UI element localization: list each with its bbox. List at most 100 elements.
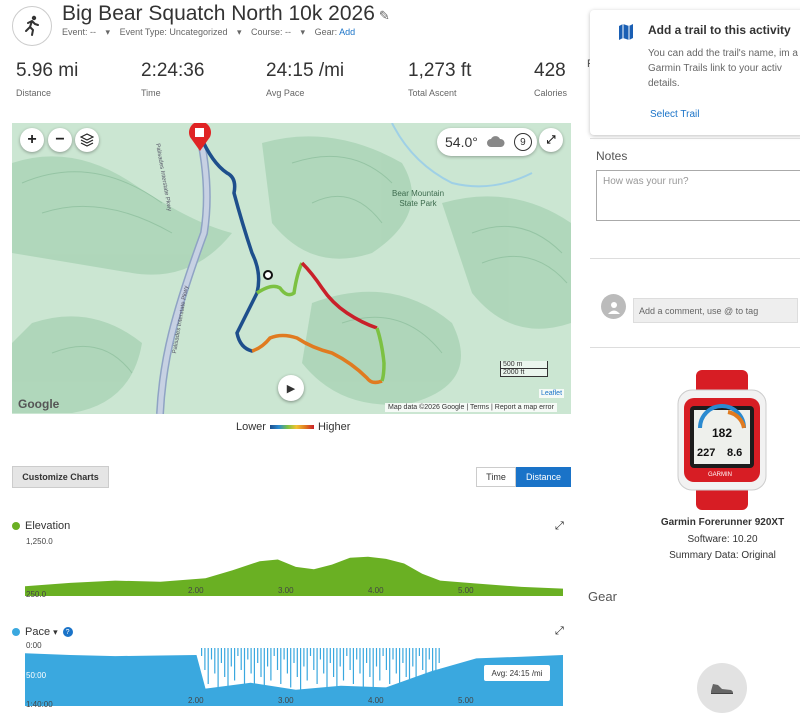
edit-pencil-icon[interactable]: ✎: [379, 8, 390, 23]
stat-label: Time: [141, 88, 161, 98]
divider: [590, 258, 800, 259]
divider: [590, 138, 800, 139]
stat-value: 1,273 ft: [408, 60, 472, 81]
google-logo: Google: [18, 397, 60, 411]
pace-spike: [267, 648, 269, 667]
stat-distance: 5.96 mi Distance: [16, 60, 78, 98]
pace-spike: [323, 648, 325, 674]
running-activity-icon: [12, 6, 52, 46]
play-route-button[interactable]: ▶: [278, 375, 304, 401]
pace-spike: [422, 648, 424, 670]
expand-pace-icon[interactable]: ⤢: [555, 625, 564, 638]
pace-spike: [389, 648, 391, 684]
comment-input[interactable]: Add a comment, use @ to tag: [633, 298, 798, 323]
pace-spike: [293, 648, 295, 663]
pace-spike: [379, 648, 381, 681]
stat-label: Calories: [534, 88, 568, 98]
pace-spike: [250, 648, 252, 674]
pace-spike: [395, 648, 397, 674]
leaflet-link[interactable]: Leaflet: [539, 389, 565, 398]
pace-spike: [253, 648, 255, 688]
device-summary: Summary Data: Original: [669, 550, 776, 561]
layers-button[interactable]: [75, 128, 99, 152]
customize-charts-button[interactable]: Customize Charts: [12, 466, 109, 488]
pace-spike: [247, 648, 249, 660]
activity-meta-row: Event: -- ▾ Event Type: Uncategorized ▾ …: [62, 27, 362, 38]
pace-spike: [240, 648, 242, 670]
pace-spike: [402, 648, 404, 663]
pace-spike: [428, 648, 430, 660]
zoom-in-button[interactable]: +: [20, 128, 44, 152]
gear-add-link[interactable]: Add: [339, 27, 355, 37]
scale-metric: 500 m: [500, 361, 548, 369]
pace-spike: [204, 648, 206, 670]
pace-spike: [260, 648, 262, 677]
elevation-chart[interactable]: [25, 539, 563, 596]
pace-x-tick: 3.00: [278, 696, 294, 705]
pace-dot: [12, 628, 20, 636]
pace-chart-title: Pace ▾ ?: [12, 626, 73, 638]
time-toggle[interactable]: Time: [476, 467, 516, 487]
activity-map[interactable]: Bear Mountain State Park Palisades Inter…: [12, 123, 571, 414]
pace-spike: [438, 648, 440, 663]
garmin-watch-image: 182 227 8.6 GARMIN: [677, 370, 767, 510]
pace-spike: [214, 648, 216, 674]
expand-elevation-icon[interactable]: ⤢: [555, 520, 564, 533]
pace-spike: [415, 648, 417, 681]
terms-link[interactable]: Terms: [470, 404, 489, 411]
stat-value: 5.96 mi: [16, 60, 79, 81]
legend-gradient-bar: [269, 425, 314, 429]
pace-spike: [405, 648, 407, 677]
help-icon[interactable]: ?: [62, 627, 73, 637]
pace-dropdown-icon[interactable]: ▾: [53, 627, 58, 638]
fullscreen-button[interactable]: ⤢: [539, 128, 563, 152]
pace-spike: [408, 648, 411, 691]
notes-label: Notes: [596, 149, 628, 163]
device-name: Garmin Forerunner 920XT: [660, 517, 785, 528]
pace-spike: [362, 648, 364, 688]
pace-spike: [359, 648, 361, 674]
wind-speed-icon: 9: [513, 133, 532, 151]
stat-time: 2:24:36 Time: [141, 60, 204, 98]
elevation-x-tick: 5.00: [458, 586, 474, 595]
user-icon: [607, 301, 620, 314]
pace-spike: [276, 648, 279, 670]
pace-y-bottom: 1:40:00: [26, 700, 53, 709]
pace-spike: [346, 648, 348, 656]
distance-toggle[interactable]: Distance: [516, 467, 571, 487]
event-type-select[interactable]: Event Type: Uncategorized ▾: [120, 27, 242, 37]
pace-spike: [207, 648, 209, 684]
pace-spike: [270, 648, 272, 681]
avg-pace-badge: Avg: 24:15 /mi: [484, 665, 550, 681]
select-trail-link[interactable]: Select Trail: [650, 109, 699, 120]
pace-spike: [280, 648, 282, 684]
notes-input[interactable]: How was your run?: [596, 170, 800, 221]
pace-y-top: 0:00: [26, 641, 42, 650]
pace-y-mid: 50:00: [26, 671, 47, 680]
report-error-link[interactable]: Report a map error: [495, 404, 554, 411]
event-select[interactable]: Event: -- ▾: [62, 27, 110, 37]
x-axis-toggle: Time Distance: [476, 467, 571, 487]
trail-map-icon: [619, 24, 633, 40]
pace-spike: [306, 648, 308, 681]
pace-spike: [224, 648, 226, 677]
zoom-out-button[interactable]: −: [48, 128, 72, 152]
course-select[interactable]: Course: -- ▾: [251, 27, 305, 37]
pace-chart[interactable]: [25, 648, 563, 706]
gear-section-label: Gear: [588, 589, 617, 604]
stat-avg-pace: 24:15 /mi Avg Pace: [266, 60, 344, 98]
expand-icon: ⤢: [546, 133, 556, 146]
elevation-y-top: 1,250.0: [26, 537, 53, 546]
activity-title[interactable]: Big Bear Squatch North 10k 2026 ✎: [62, 2, 390, 26]
pace-spike: [329, 648, 331, 663]
add-gear-button[interactable]: [697, 663, 747, 713]
pace-spike: [326, 648, 328, 688]
pace-spike: [273, 648, 275, 656]
layers-icon: [80, 133, 94, 147]
activity-title-text: Big Bear Squatch North 10k 2026: [62, 2, 375, 25]
map-data-credit: Map data ©2026 Google: [388, 404, 465, 411]
elevation-x-tick: 2.00: [188, 586, 204, 595]
stat-total-ascent: 1,273 ft Total Ascent: [408, 60, 471, 98]
pace-x-tick: 5.00: [458, 696, 474, 705]
stat-label: Total Ascent: [408, 88, 457, 98]
